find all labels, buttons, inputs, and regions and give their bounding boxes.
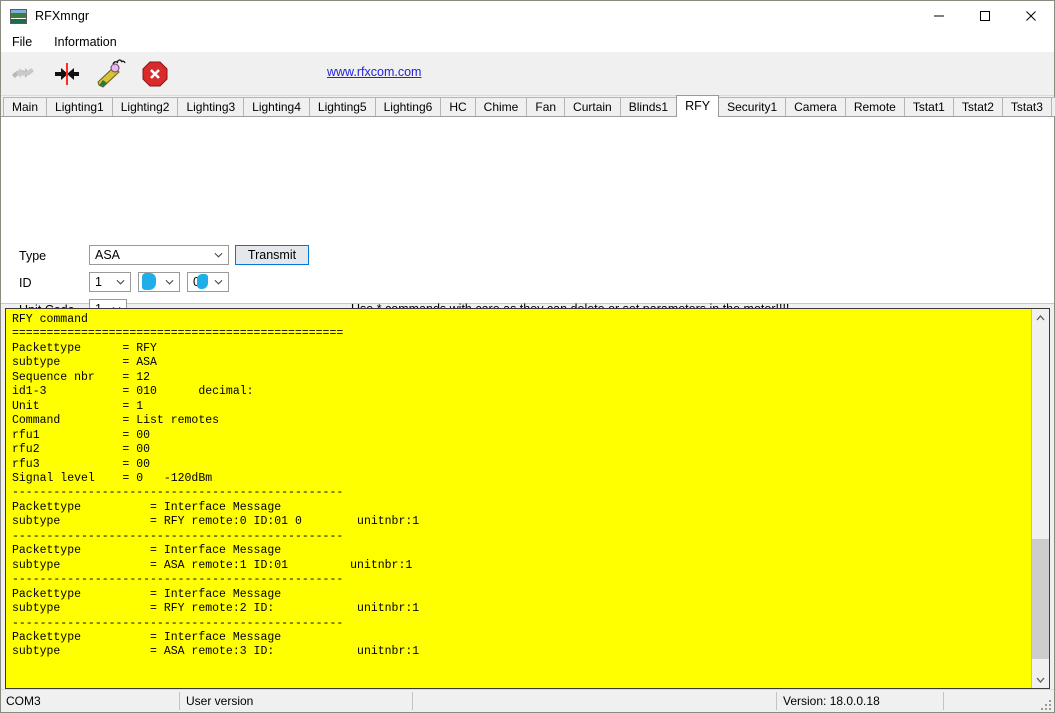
status-bar: COM3 User version Version: 18.0.0.18 xyxy=(1,689,1054,712)
remote-signal-button[interactable] xyxy=(89,54,133,94)
remote-signal-icon xyxy=(97,58,126,88)
tab-lighting1[interactable]: Lighting1 xyxy=(46,97,113,116)
id3-redaction-mark xyxy=(197,274,208,289)
type-select[interactable]: ASA xyxy=(89,245,229,265)
website-link-wrap: www.rfxcom.com xyxy=(327,65,421,79)
close-icon xyxy=(1026,11,1036,21)
tab-lighting3[interactable]: Lighting3 xyxy=(177,97,245,116)
minimize-button[interactable] xyxy=(916,1,962,31)
type-label: Type xyxy=(19,249,47,263)
tab-camera[interactable]: Camera xyxy=(785,97,846,116)
type-select-value: ASA xyxy=(95,248,121,262)
chevron-down-icon xyxy=(165,279,174,285)
menu-bar: File Information xyxy=(1,31,1054,52)
title-bar: RFXmngr xyxy=(1,1,1054,31)
menu-item-file[interactable]: File xyxy=(10,33,42,51)
tab-chime[interactable]: Chime xyxy=(474,97,528,116)
id2-redaction-mark xyxy=(142,273,156,290)
resize-grip[interactable] xyxy=(1040,699,1051,710)
tab-tstat3[interactable]: Tstat3 xyxy=(1001,97,1052,116)
chevron-up-icon xyxy=(1036,314,1045,320)
undo-arrows-button[interactable] xyxy=(1,54,45,94)
tab-tstat4[interactable]: Tstat4 xyxy=(1050,97,1055,116)
close-button[interactable] xyxy=(1008,1,1054,31)
tab-remote[interactable]: Remote xyxy=(844,97,905,116)
stop-icon xyxy=(142,61,168,86)
status-divider-4 xyxy=(943,692,944,710)
tab-curtain[interactable]: Curtain xyxy=(564,97,621,116)
chevron-down-icon xyxy=(214,252,223,258)
status-version: Version: 18.0.0.18 xyxy=(783,694,880,708)
transmit-button[interactable]: Transmit xyxy=(235,245,309,265)
log-text[interactable]: RFY command ============================… xyxy=(6,309,1031,688)
tab-blinds1[interactable]: Blinds1 xyxy=(619,97,678,116)
scroll-thumb[interactable] xyxy=(1032,539,1049,659)
tab-fan[interactable]: Fan xyxy=(526,97,566,116)
tab-lighting2[interactable]: Lighting2 xyxy=(111,97,179,116)
log-panel: RFY command ============================… xyxy=(5,308,1050,689)
id1-select-value: 1 xyxy=(95,275,102,289)
tab-main[interactable]: Main xyxy=(3,97,48,116)
tab-hc[interactable]: HC xyxy=(440,97,476,116)
chevron-down-icon xyxy=(1036,677,1045,683)
app-icon xyxy=(10,8,27,24)
maximize-button[interactable] xyxy=(962,1,1008,31)
tab-lighting4[interactable]: Lighting4 xyxy=(243,97,310,116)
undo-arrows-icon xyxy=(12,67,34,78)
stop-button[interactable] xyxy=(133,54,177,94)
status-spacer xyxy=(413,691,776,711)
window-controls xyxy=(916,1,1054,31)
id1-select[interactable]: 1 xyxy=(89,272,131,292)
rfy-form-panel: Type ASA Transmit ID 1 0 0 Unit Code 1 C… xyxy=(1,117,1054,423)
status-user-version: User version xyxy=(186,694,254,708)
status-port: COM3 xyxy=(6,694,41,708)
tab-lighting6[interactable]: Lighting6 xyxy=(374,97,442,116)
id3-select[interactable]: 0 xyxy=(187,272,229,292)
tab-rfy[interactable]: RFY xyxy=(676,95,720,117)
menu-item-information[interactable]: Information xyxy=(52,33,127,51)
scroll-up-button[interactable] xyxy=(1032,309,1049,326)
website-link[interactable]: www.rfxcom.com xyxy=(327,65,421,79)
chevron-down-icon xyxy=(116,279,125,285)
transfer-arrows-button[interactable] xyxy=(45,54,89,94)
transfer-arrows-icon xyxy=(55,62,79,85)
log-scrollbar[interactable] xyxy=(1031,309,1049,688)
scroll-down-button[interactable] xyxy=(1032,671,1049,688)
tab-security1[interactable]: Security1 xyxy=(718,97,787,116)
maximize-icon xyxy=(980,11,990,21)
application-window: RFXmngr File Information www.rfxcom.com … xyxy=(0,0,1055,713)
tab-lighting5[interactable]: Lighting5 xyxy=(308,97,376,116)
window-title: RFXmngr xyxy=(35,9,90,23)
tab-tstat1[interactable]: Tstat1 xyxy=(903,97,954,116)
minimize-icon xyxy=(934,15,944,17)
tab-strip: Main Lighting1 Lighting2 Lighting3 Light… xyxy=(1,95,1055,117)
toolbar: www.rfxcom.com xyxy=(1,52,1054,96)
id-label: ID xyxy=(19,276,32,290)
tab-tstat2[interactable]: Tstat2 xyxy=(952,97,1003,116)
chevron-down-icon xyxy=(214,279,223,285)
